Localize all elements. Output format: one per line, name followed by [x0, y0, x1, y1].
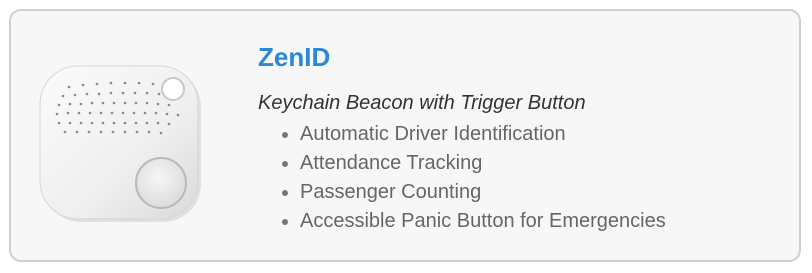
feature-item: Automatic Driver Identification [257, 120, 666, 149]
feature-text: Passenger Counting [300, 181, 482, 203]
feature-item: Attendance Tracking [257, 149, 666, 178]
feature-item: Accessible Panic Button for Emergencies [257, 207, 666, 236]
product-title: ZenID [258, 42, 331, 72]
product-card: ZenID Keychain Beacon with Trigger Butto… [9, 9, 801, 262]
keychain-beacon-image [39, 65, 201, 222]
feature-item: Passenger Counting [257, 178, 666, 207]
feature-text: Attendance Tracking [300, 152, 483, 174]
feature-list: Automatic Driver Identification Attendan… [257, 120, 666, 236]
bullet-icon [282, 161, 288, 167]
bullet-icon [282, 132, 288, 138]
feature-text: Automatic Driver Identification [300, 123, 566, 145]
bullet-icon [282, 190, 288, 196]
bullet-icon [282, 219, 288, 225]
feature-text: Accessible Panic Button for Emergencies [300, 210, 666, 232]
product-subtitle: Keychain Beacon with Trigger Button [258, 92, 586, 114]
